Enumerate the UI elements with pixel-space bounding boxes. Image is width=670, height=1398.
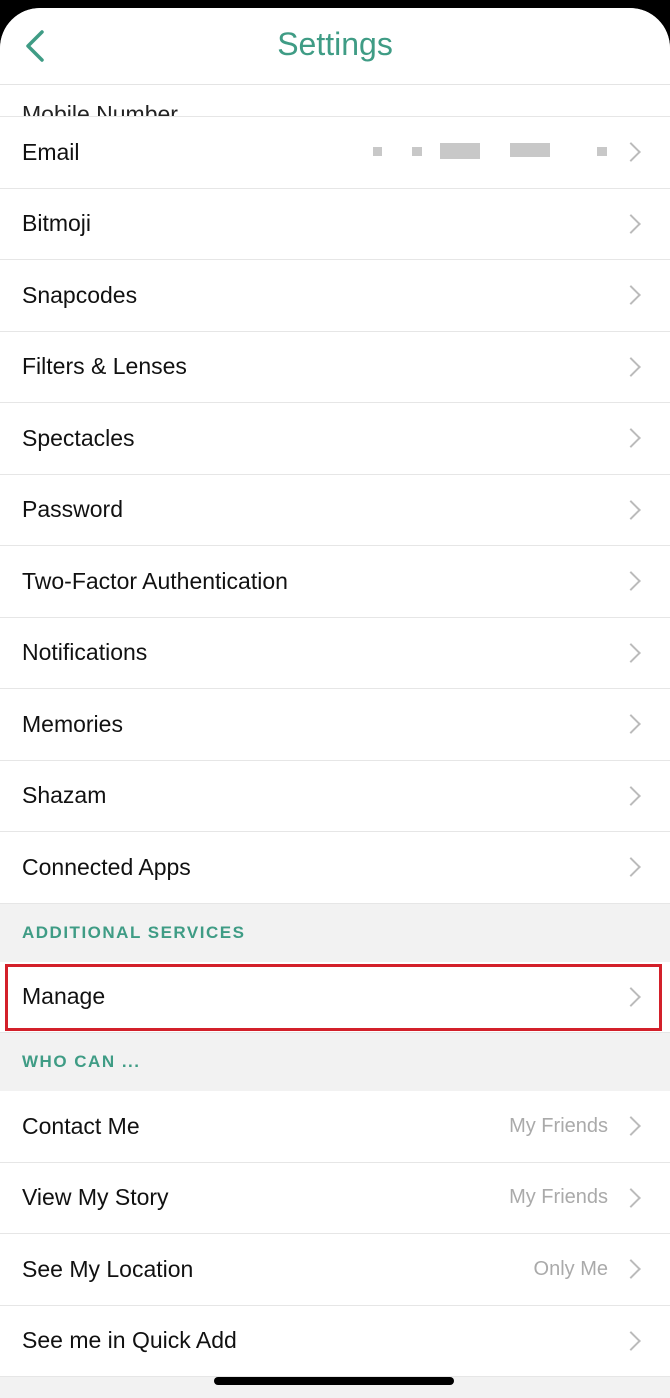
highlight-box xyxy=(5,963,662,1031)
row-label: Notifications xyxy=(22,639,148,666)
chevron-right-icon xyxy=(621,1330,641,1351)
row-notifications[interactable]: Notifications xyxy=(0,617,670,689)
redacted-value xyxy=(373,147,382,156)
row-value: Only Me xyxy=(533,1257,608,1280)
row-manage[interactable]: Manage xyxy=(0,961,670,1033)
row-label: View My Story xyxy=(22,1184,169,1211)
row-label: Filters & Lenses xyxy=(22,353,187,380)
row-value: My Friends xyxy=(509,1186,608,1209)
row-label: Two-Factor Authentication xyxy=(22,567,288,594)
row-label: Memories xyxy=(22,710,123,737)
settings-screen: Settings Mobile Number Email Bitmoji Sna… xyxy=(0,8,670,1398)
row-label: Connected Apps xyxy=(22,853,191,880)
row-contact-me[interactable]: Contact Me My Friends xyxy=(0,1091,670,1163)
chevron-right-icon xyxy=(621,285,641,306)
chevron-right-icon xyxy=(621,571,641,592)
chevron-right-icon xyxy=(621,1259,641,1280)
chevron-right-icon xyxy=(621,213,641,234)
row-view-my-story[interactable]: View My Story My Friends xyxy=(0,1162,670,1234)
row-label: Spectacles xyxy=(22,424,135,451)
chevron-right-icon xyxy=(621,142,641,163)
row-snapcodes[interactable]: Snapcodes xyxy=(0,260,670,332)
row-mobile-number[interactable]: Mobile Number xyxy=(0,85,670,117)
chevron-right-icon xyxy=(621,356,641,377)
chevron-right-icon xyxy=(621,714,641,735)
settings-list: Mobile Number Email Bitmoji Snapcodes Fi… xyxy=(0,85,670,1398)
chevron-right-icon xyxy=(621,499,641,520)
page-title: Settings xyxy=(277,26,393,62)
row-label: Snapcodes xyxy=(22,281,138,308)
row-password[interactable]: Password xyxy=(0,474,670,546)
row-label: Contact Me xyxy=(22,1112,140,1139)
row-label: Shazam xyxy=(22,782,107,809)
row-quick-add[interactable]: See me in Quick Add xyxy=(0,1305,670,1377)
section-additional-services: ADDITIONAL SERVICES xyxy=(22,922,246,942)
row-label: Email xyxy=(22,138,80,165)
row-label: See My Location xyxy=(22,1255,194,1282)
redacted-value xyxy=(412,147,422,156)
row-spectacles[interactable]: Spectacles xyxy=(0,403,670,475)
chevron-right-icon xyxy=(621,857,641,878)
chevron-right-icon xyxy=(621,642,641,663)
section-who-can: WHO CAN ... xyxy=(22,1052,141,1071)
chevron-right-icon xyxy=(621,1187,641,1208)
chevron-right-icon xyxy=(621,785,641,806)
row-label: See me in Quick Add xyxy=(22,1327,237,1354)
row-bitmoji[interactable]: Bitmoji xyxy=(0,188,670,260)
row-see-my-location[interactable]: See My Location Only Me xyxy=(0,1234,670,1306)
redacted-value xyxy=(510,143,550,157)
row-email[interactable]: Email xyxy=(0,117,670,189)
redacted-value xyxy=(440,143,480,159)
nav-header: Settings xyxy=(0,8,670,85)
row-shazam[interactable]: Shazam xyxy=(0,760,670,832)
chevron-right-icon xyxy=(621,1116,641,1137)
row-label: Mobile Number xyxy=(22,101,178,117)
row-connected-apps[interactable]: Connected Apps xyxy=(0,832,670,904)
row-label: Password xyxy=(22,496,123,523)
redacted-value xyxy=(597,147,607,156)
row-two-factor[interactable]: Two-Factor Authentication xyxy=(0,546,670,618)
row-filters-lenses[interactable]: Filters & Lenses xyxy=(0,331,670,403)
row-memories[interactable]: Memories xyxy=(0,689,670,761)
row-label: Bitmoji xyxy=(22,210,92,237)
chevron-right-icon xyxy=(621,428,641,449)
row-value: My Friends xyxy=(509,1114,608,1137)
home-indicator[interactable] xyxy=(214,1377,454,1385)
